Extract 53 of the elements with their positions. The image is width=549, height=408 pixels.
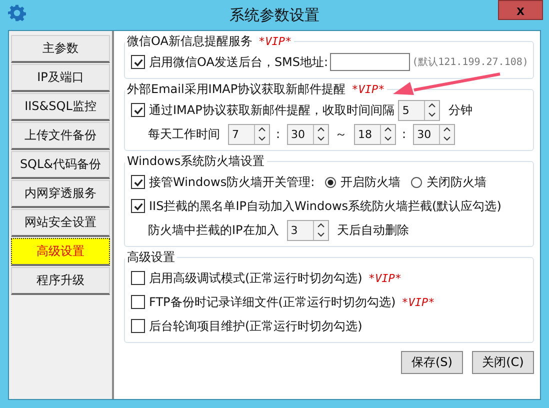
vip-tag: *VIP* xyxy=(352,83,385,96)
checkbox[interactable] xyxy=(131,55,145,69)
vip-tag: *VIP* xyxy=(258,35,292,48)
group-title: 外部Email采用IMAP协议获取新邮件提醒 xyxy=(127,82,346,96)
unit-label: 分钟 xyxy=(448,102,472,118)
unit-label: 天后自动删除 xyxy=(336,222,409,238)
spin-box[interactable]: 30 xyxy=(287,124,330,144)
gear-icon xyxy=(8,4,26,22)
sidebar-item[interactable]: IP及端口 xyxy=(11,64,110,92)
vip-tag: *VIP* xyxy=(368,272,402,284)
spin-box[interactable]: 3 xyxy=(286,220,329,240)
checkbox[interactable] xyxy=(131,271,145,285)
checkbox-label: 通过IMAP协议获取新邮件提醒，收取时间间隔 xyxy=(149,102,394,118)
checkbox[interactable] xyxy=(131,175,145,189)
work-time-label: 每天工作时间 xyxy=(148,126,220,142)
spin-box[interactable]: 7 xyxy=(228,124,270,144)
checkbox[interactable] xyxy=(131,103,145,117)
separator-label: ～ xyxy=(335,126,348,142)
spin-box[interactable]: 30 xyxy=(413,124,456,144)
radio-button[interactable]: 开启防火墙 xyxy=(324,174,401,190)
separator-label: : xyxy=(276,127,280,141)
sidebar-item[interactable]: IIS&SQL监控 xyxy=(11,93,110,121)
checkbox-label: 启用微信OA发送后台，SMS地址: xyxy=(149,54,328,70)
dialog-button[interactable]: 关闭(C) xyxy=(472,351,534,374)
sidebar-item[interactable]: 程序升级 xyxy=(11,267,110,295)
sidebar-item[interactable]: 内网穿透服务 xyxy=(11,180,110,208)
spin-box[interactable]: 5 xyxy=(398,100,440,120)
checkbox-label: 后台轮询项目维护(正常运行时切勿勾选) xyxy=(149,318,362,334)
vip-tag: *VIP* xyxy=(402,296,435,308)
close-button[interactable]: x xyxy=(498,0,543,20)
window-title: 系统参数设置 xyxy=(230,6,320,24)
sms-address-field[interactable] xyxy=(330,53,410,71)
sidebar-item[interactable]: 主参数 xyxy=(11,35,110,63)
checkbox-label: 启用高级调试模式(正常运行时切勿勾选) xyxy=(149,270,362,286)
checkbox-label: IIS拦截的黑名单IP自动加入Windows系统防火墙拦截(默认应勾选) xyxy=(149,198,502,214)
checkbox-label: 接管Windows防火墙开关管理: xyxy=(149,174,315,190)
radio-button[interactable]: 关闭防火墙 xyxy=(410,174,487,190)
group-title: 高级设置 xyxy=(127,250,175,264)
sidebar-item[interactable]: 网站安全设置 xyxy=(11,209,110,237)
spin-label: 防火墙中拦截的IP在加入 xyxy=(148,222,279,238)
checkbox-label: FTP备份时记录详细文件(正常运行时切勿勾选) xyxy=(149,294,396,310)
checkbox[interactable] xyxy=(131,199,145,213)
group-title: Windows系统防火墙设置 xyxy=(127,154,265,168)
spin-box[interactable]: 18 xyxy=(354,124,396,144)
separator-label: : xyxy=(402,127,406,141)
dialog-button[interactable]: 保存(S) xyxy=(401,351,463,374)
group-title: 微信OA新信息提醒服务 xyxy=(127,34,252,48)
checkbox[interactable] xyxy=(131,295,145,309)
checkbox[interactable] xyxy=(131,319,145,333)
sidebar-item[interactable]: 高级设置 xyxy=(11,238,110,266)
default-address-hint: (默认121.199.27.108) xyxy=(412,56,528,69)
sidebar-item[interactable]: SQL&代码备份 xyxy=(11,151,110,179)
sidebar-item[interactable]: 上传文件备份 xyxy=(11,122,110,150)
